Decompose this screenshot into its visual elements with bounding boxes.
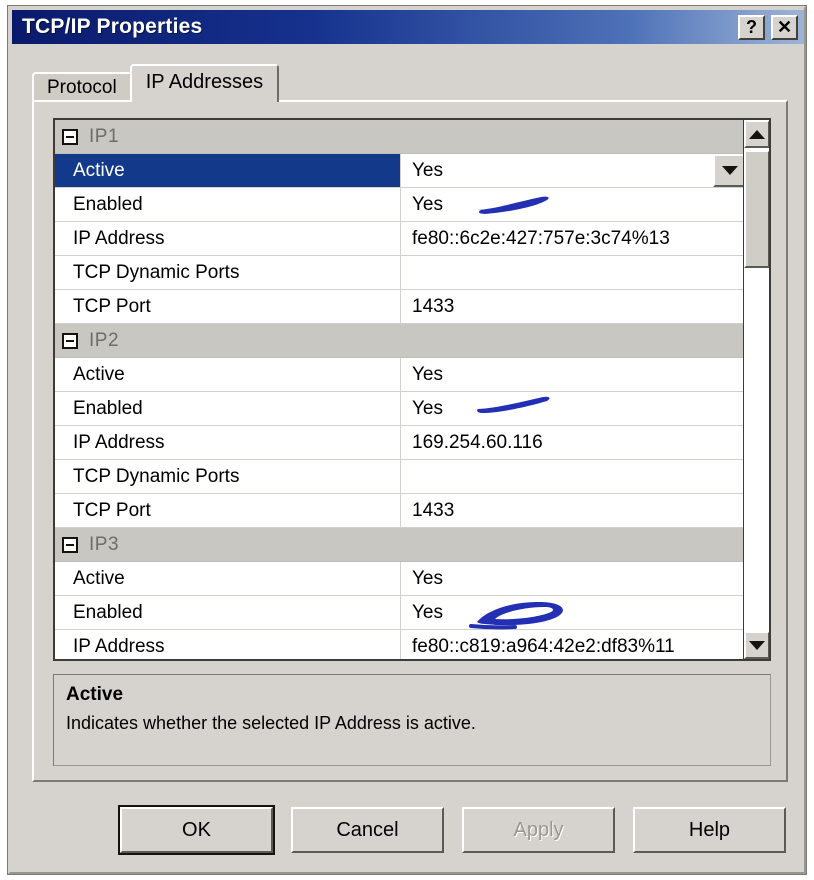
row-value-cell[interactable]: Yes — [400, 392, 747, 425]
row-value: Yes — [412, 363, 443, 385]
row-value: 1433 — [412, 499, 455, 521]
row-value-cell[interactable]: Yes — [400, 596, 747, 629]
table-row[interactable]: TCP Dynamic Ports — [55, 460, 747, 494]
property-grid: IP1 Active Yes Enabled Yes IP Address fe… — [53, 118, 771, 661]
row-value: Yes — [412, 193, 443, 215]
table-row[interactable]: Active Yes — [55, 562, 747, 596]
row-value: 169.254.60.116 — [412, 431, 543, 453]
row-value-cell[interactable]: fe80::c819:a964:42e2:df83%11 — [400, 630, 747, 659]
row-value-cell[interactable]: 169.254.60.116 — [400, 426, 747, 459]
row-name: IP Address — [73, 227, 165, 249]
table-row[interactable]: Enabled Yes — [55, 596, 747, 630]
row-value-cell[interactable]: fe80::6c2e:427:757e:3c74%13 — [400, 222, 747, 255]
group-label-ip1: IP1 — [89, 125, 120, 147]
collapse-icon[interactable] — [62, 332, 78, 349]
row-name: IP Address — [73, 431, 165, 453]
table-row[interactable]: IP Address fe80::c819:a964:42e2:df83%11 — [55, 630, 747, 659]
table-row[interactable]: Enabled Yes — [55, 188, 747, 222]
tab-ip-addresses-label: IP Addresses — [145, 71, 264, 93]
row-value-cell[interactable]: 1433 — [400, 494, 747, 527]
title-bar[interactable]: TCP/IP Properties ? ✕ — [12, 10, 804, 44]
row-value: Yes — [412, 397, 443, 419]
table-row[interactable]: TCP Port 1433 — [55, 290, 747, 324]
tab-strip: Protocol IP Addresses — [32, 64, 788, 102]
cancel-button[interactable]: Cancel — [291, 807, 444, 853]
row-value-cell[interactable]: Yes — [400, 562, 747, 595]
help-button[interactable]: Help — [633, 807, 786, 853]
description-panel: Active Indicates whether the selected IP… — [53, 674, 771, 766]
group-label-ip2: IP2 — [89, 329, 120, 351]
group-label-ip3: IP3 — [89, 533, 120, 555]
table-row[interactable]: IP Address fe80::6c2e:427:757e:3c74%13 — [55, 222, 747, 256]
row-value-cell[interactable]: Yes — [400, 188, 747, 221]
row-value-cell[interactable] — [400, 460, 747, 493]
table-row[interactable]: Enabled Yes — [55, 392, 747, 426]
property-grid-viewport: IP1 Active Yes Enabled Yes IP Address fe… — [55, 120, 747, 659]
tab-ip-addresses[interactable]: IP Addresses — [129, 64, 280, 102]
tab-protocol-label: Protocol — [47, 77, 117, 98]
tab-page-ip-addresses: IP1 Active Yes Enabled Yes IP Address fe… — [32, 100, 788, 782]
row-name: Active — [55, 154, 400, 187]
collapse-icon[interactable] — [62, 128, 78, 145]
row-value: fe80::c819:a964:42e2:df83%11 — [412, 635, 675, 657]
table-row[interactable]: IP Address 169.254.60.116 — [55, 426, 747, 460]
row-value-cell[interactable]: Yes — [400, 358, 747, 391]
row-name: TCP Port — [73, 499, 151, 521]
row-value: fe80::6c2e:427:757e:3c74%13 — [412, 227, 670, 249]
row-name: Enabled — [73, 397, 143, 419]
description-text: Indicates whether the selected IP Addres… — [66, 713, 476, 733]
row-value: Yes — [412, 601, 443, 623]
table-row[interactable]: Active Yes — [55, 358, 747, 392]
ok-button[interactable]: OK — [118, 805, 275, 855]
row-name: Active — [73, 567, 125, 589]
row-value: Yes — [412, 567, 443, 589]
group-header-ip1[interactable]: IP1 — [55, 120, 747, 154]
collapse-icon[interactable] — [62, 536, 78, 553]
chevron-down-icon[interactable] — [713, 154, 747, 187]
table-row[interactable]: TCP Port 1433 — [55, 494, 747, 528]
window-title: TCP/IP Properties — [22, 15, 203, 38]
description-title: Active — [66, 684, 124, 705]
scroll-down-icon[interactable] — [744, 631, 769, 659]
row-value: 1433 — [412, 295, 455, 317]
group-header-ip3[interactable]: IP3 — [55, 528, 747, 562]
row-name: TCP Port — [73, 295, 151, 317]
row-value-cell[interactable]: Yes — [400, 154, 747, 187]
tcpip-properties-dialog: TCP/IP Properties ? ✕ Protocol IP Addres… — [7, 5, 807, 875]
scroll-up-icon[interactable] — [744, 120, 769, 148]
help-icon[interactable]: ? — [738, 14, 765, 40]
row-name: TCP Dynamic Ports — [73, 465, 240, 487]
row-name: Enabled — [73, 193, 143, 215]
row-name: TCP Dynamic Ports — [73, 261, 240, 283]
scrollbar-thumb[interactable] — [744, 150, 769, 268]
row-name: IP Address — [73, 635, 165, 657]
table-row[interactable]: Active Yes — [55, 154, 747, 188]
row-value-cell[interactable]: 1433 — [400, 290, 747, 323]
tab-protocol[interactable]: Protocol — [32, 72, 132, 102]
dialog-button-bar: OK Cancel Apply Help — [12, 800, 804, 860]
table-row[interactable]: TCP Dynamic Ports — [55, 256, 747, 290]
row-name: Active — [73, 363, 125, 385]
close-icon[interactable]: ✕ — [771, 14, 798, 40]
row-name: Enabled — [73, 601, 143, 623]
group-header-ip2[interactable]: IP2 — [55, 324, 747, 358]
apply-button: Apply — [462, 807, 615, 853]
row-value: Yes — [412, 159, 443, 181]
vertical-scrollbar[interactable] — [743, 120, 769, 659]
row-value-cell[interactable] — [400, 256, 747, 289]
